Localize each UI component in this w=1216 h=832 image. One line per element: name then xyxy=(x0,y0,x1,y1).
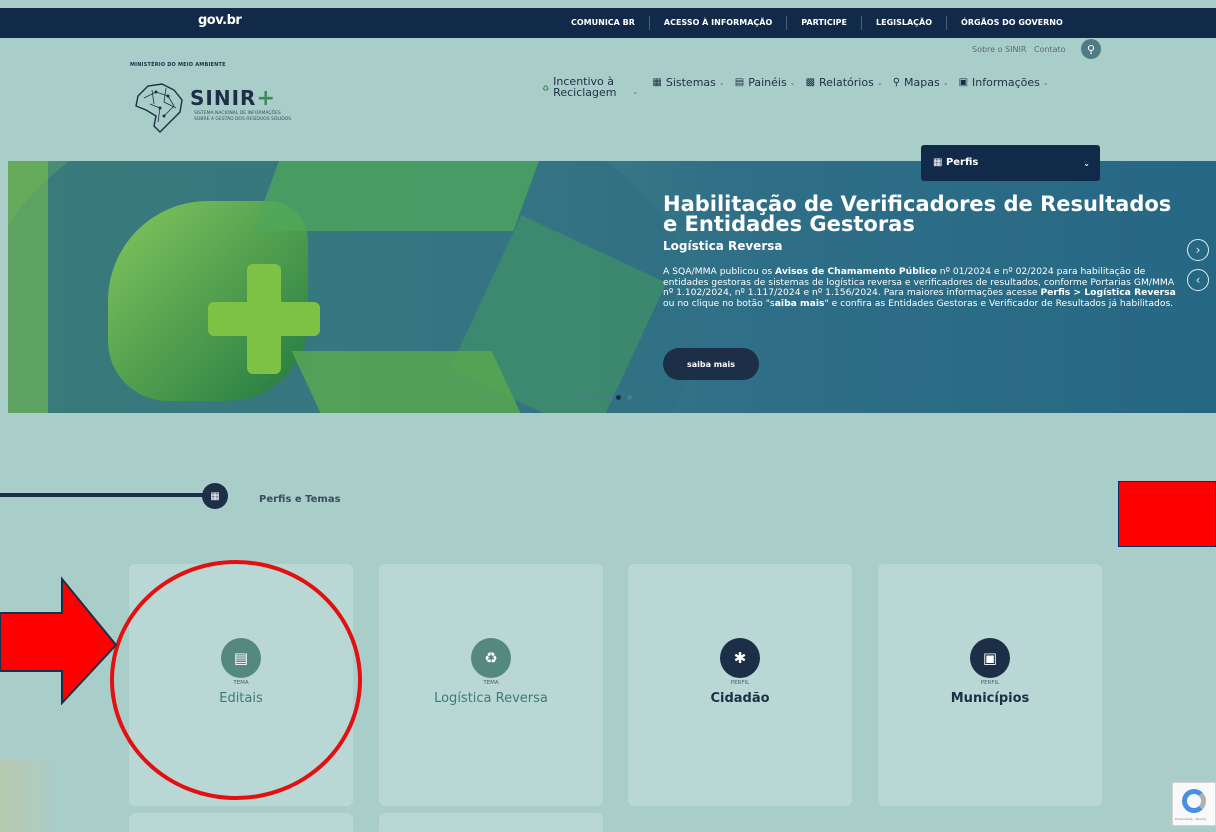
carousel-next-icon[interactable]: › xyxy=(1187,239,1209,261)
nav-informacoes-label: Informações xyxy=(972,76,1040,89)
card-name: Municípios xyxy=(950,691,1030,706)
saiba-mais-button[interactable]: saiba mais xyxy=(663,348,759,380)
card-kind: PERFIL xyxy=(980,680,1000,686)
carousel-prev-icon[interactable]: ‹ xyxy=(1187,269,1209,291)
card-municipios[interactable]: ▣ PERFIL Municípios xyxy=(878,564,1102,806)
card-logistica-reversa[interactable]: ♻ TEMA Logística Reversa xyxy=(379,564,603,806)
annotation-red-circle xyxy=(110,560,362,800)
chevron-down-icon: ⌄ xyxy=(1083,159,1090,168)
nav-sistemas[interactable]: ▦ Sistemas ⌄ xyxy=(652,76,724,89)
banner-bg-shape xyxy=(8,161,48,413)
nav-incentivo-reciclagem[interactable]: ♻ Incentivo à Reciclagem ⌄ xyxy=(542,76,638,98)
nav-sistemas-label: Sistemas xyxy=(665,76,716,89)
recaptcha-badge[interactable]: Privacidade - Termos xyxy=(1172,782,1216,826)
gov-links: COMUNICA BR ACESSO À INFORMAÇÃO PARTICIP… xyxy=(557,8,1077,38)
perfis-dropdown[interactable]: ▦ Perfis ⌄ xyxy=(921,145,1100,181)
dashboard-icon: ▤ xyxy=(734,77,745,88)
carousel-dots xyxy=(583,395,632,400)
nav-paineis[interactable]: ▤ Painéis ⌄ xyxy=(735,76,796,89)
annotation-red-arrow xyxy=(0,576,118,705)
grid-icon: ▦ xyxy=(202,483,228,509)
gov-link-participe[interactable]: PARTICIPE xyxy=(786,16,861,30)
recaptcha-text: Privacidade - Termos xyxy=(1175,817,1207,821)
banner-plus-shape xyxy=(208,302,320,336)
main-nav: ♻ Incentivo à Reciclagem ⌄ ▦ Sistemas ⌄ ▤… xyxy=(542,76,1059,106)
brazil-map-icon xyxy=(135,83,183,133)
chevron-down-icon: ⌄ xyxy=(1042,78,1049,87)
nav-mapas-label: Mapas xyxy=(904,76,940,89)
chevron-down-icon: ⌄ xyxy=(876,78,883,87)
nav-recycle-label: Incentivo à Reciclagem xyxy=(553,75,617,99)
card-name: Cidadão xyxy=(710,691,770,706)
recycle-icon: ♻ xyxy=(471,638,511,678)
nav-informacoes[interactable]: ▣ Informações ⌄ xyxy=(959,76,1049,89)
search-icon[interactable]: ⚲ xyxy=(1081,39,1101,59)
chevron-down-icon: ⌄ xyxy=(718,78,725,87)
annotation-red-box xyxy=(1118,481,1216,547)
gov-link-orgaos[interactable]: ÓRGÃOS DO GOVERNO xyxy=(946,16,1077,30)
link-sobre[interactable]: Sobre o SINIR xyxy=(972,45,1026,54)
brand-name: SINIR+ xyxy=(190,86,276,111)
gov-bar: gov.br COMUNICA BR ACESSO À INFORMAÇÃO P… xyxy=(0,8,1216,38)
carousel-dot[interactable] xyxy=(605,395,610,400)
banner-subtitle: Logística Reversa xyxy=(663,239,783,253)
section-divider xyxy=(0,493,206,497)
top-links: Sobre o SINIR Contato xyxy=(972,45,1071,54)
gov-link-legislacao[interactable]: LEGISLAÇÃO xyxy=(861,16,946,30)
chevron-down-icon: ⌄ xyxy=(789,78,796,87)
card-kind: TEMA xyxy=(483,680,499,686)
decorative-shape xyxy=(0,760,60,832)
recaptcha-icon xyxy=(1182,789,1206,813)
card-partial[interactable] xyxy=(379,813,603,832)
ministry-label: MINISTÉRIO DO MEIO AMBIENTE xyxy=(130,62,226,68)
recycle-small-icon: ♻ xyxy=(542,84,550,93)
card-partial[interactable] xyxy=(129,813,353,832)
gov-link-comunica[interactable]: COMUNICA BR xyxy=(557,16,649,30)
card-cidadao[interactable]: ✱ PERFIL Cidadão xyxy=(628,564,852,806)
carousel-dot[interactable] xyxy=(583,395,588,400)
report-icon: ▩ xyxy=(805,77,816,88)
site-header: MINISTÉRIO DO MEIO AMBIENTE SINIR+ SISTE… xyxy=(0,38,1216,161)
gov-link-acesso[interactable]: ACESSO À INFORMAÇÃO xyxy=(648,16,786,30)
chevron-down-icon: ⌄ xyxy=(942,78,949,87)
carousel-dot[interactable] xyxy=(627,395,632,400)
chevron-down-icon: ⌄ xyxy=(632,88,639,96)
map-pin-icon: ⚲ xyxy=(892,77,901,88)
banner-bg-shape xyxy=(291,351,525,413)
grid-icon: ▦ xyxy=(652,77,662,88)
nav-relatorios[interactable]: ▩ Relatórios ⌄ xyxy=(806,76,883,89)
grid-icon: ▦ xyxy=(933,157,943,168)
sinir-logo[interactable]: SINIR+ SISTEMA NACIONAL DE INFORMAÇÕES S… xyxy=(130,76,310,138)
link-contato[interactable]: Contato xyxy=(1034,45,1066,54)
banner-text: A SQA/MMA publicou os Avisos de Chamamen… xyxy=(663,266,1176,309)
gov-logo[interactable]: gov.br xyxy=(198,13,242,28)
perfis-dropdown-label: Perfis xyxy=(945,157,979,168)
nav-mapas[interactable]: ⚲ Mapas ⌄ xyxy=(893,76,949,89)
banner-bg-shape xyxy=(253,161,543,231)
person-icon: ✱ xyxy=(720,638,760,678)
buildings-icon: ▣ xyxy=(970,638,1010,678)
card-kind: PERFIL xyxy=(730,680,750,686)
carousel-dot[interactable] xyxy=(594,395,599,400)
nav-relatorios-label: Relatórios xyxy=(819,76,874,89)
info-icon: ▣ xyxy=(958,77,969,88)
carousel-dot[interactable] xyxy=(616,395,621,400)
brand-subtitle: SISTEMA NACIONAL DE INFORMAÇÕES SOBRE A … xyxy=(194,111,292,122)
section-title: Perfis e Temas xyxy=(259,494,341,505)
nav-paineis-label: Painéis xyxy=(748,76,787,89)
card-name: Logística Reversa xyxy=(434,691,548,706)
banner-title: Habilitação de Verificadores de Resultad… xyxy=(663,192,1172,236)
